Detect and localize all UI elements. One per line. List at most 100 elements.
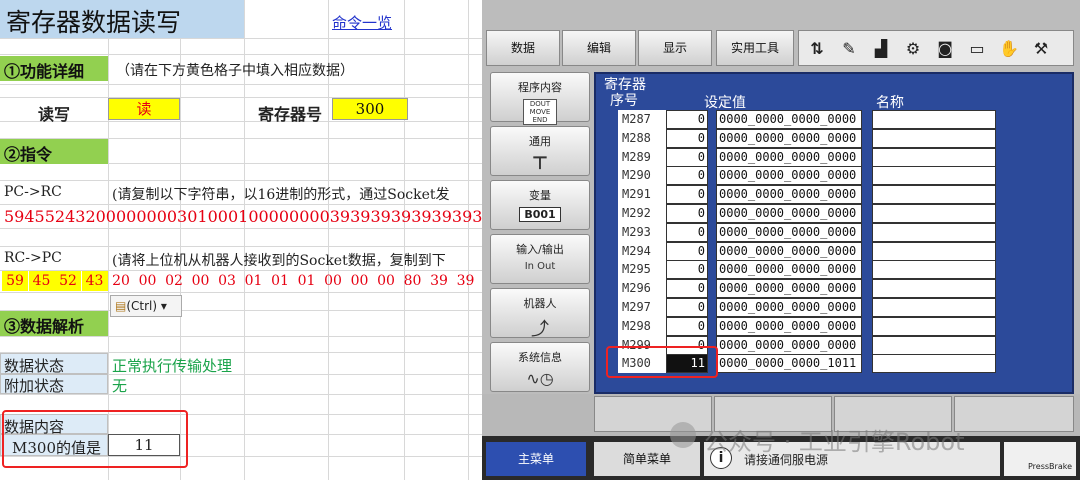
- register-bits: 0000_0000_0000_0000: [716, 166, 862, 186]
- hand-icon[interactable]: ✋: [997, 37, 1021, 61]
- register-row[interactable]: M294 0 0000_0000_0000_0000: [596, 241, 1076, 261]
- sort-icon[interactable]: ⇅: [805, 37, 829, 61]
- register-bits: 0000_0000_0000_0000: [716, 185, 862, 205]
- menu-data[interactable]: 数据: [486, 30, 560, 66]
- menu-utility[interactable]: 实用工具: [716, 30, 794, 66]
- register-name[interactable]: [872, 166, 996, 186]
- register-row[interactable]: M298 0 0000_0000_0000_0000: [596, 316, 1076, 336]
- side-variable[interactable]: 变量 B001: [490, 180, 590, 230]
- register-name[interactable]: [872, 241, 996, 261]
- register-bits: 0000_0000_0000_0000: [716, 110, 862, 129]
- edit-icon[interactable]: ✎: [837, 37, 861, 61]
- pc-rc-label: PC->RC: [4, 184, 62, 200]
- hex-cell[interactable]: 52: [55, 271, 81, 291]
- register-row[interactable]: M290 0 0000_0000_0000_0000: [596, 166, 1076, 186]
- register-id: M291: [618, 185, 668, 205]
- rc-pc-hint: (请将上位机从机器人接收到的Socket数据，复制到下: [112, 253, 446, 269]
- data-status-value: 正常执行传输处理: [112, 357, 233, 375]
- tools-icon[interactable]: ⚙: [901, 37, 925, 61]
- register-value[interactable]: 0: [666, 260, 708, 280]
- hex-cell[interactable]: 39: [453, 271, 479, 291]
- register-name[interactable]: [872, 128, 996, 148]
- register-bits: 0000_0000_0000_0000: [716, 279, 862, 299]
- register-row[interactable]: M297 0 0000_0000_0000_0000: [596, 298, 1076, 317]
- register-row[interactable]: M295 0 0000_0000_0000_0000: [596, 260, 1076, 280]
- hex-cell[interactable]: 03: [214, 271, 240, 291]
- hex-cell[interactable]: 80: [400, 271, 426, 291]
- hex-cell[interactable]: 20: [108, 271, 134, 291]
- register-value[interactable]: 0: [666, 222, 708, 242]
- side-general-label: 通用: [529, 135, 551, 148]
- register-row[interactable]: M293 0 0000_0000_0000_0000: [596, 222, 1076, 242]
- hex-cell[interactable]: 02: [161, 271, 187, 291]
- register-bits: 0000_0000_0000_0000: [716, 298, 862, 317]
- register-value[interactable]: 0: [666, 298, 708, 317]
- hex-cell[interactable]: 01: [294, 271, 320, 291]
- hex-cell[interactable]: 01: [241, 271, 267, 291]
- menu-edit[interactable]: 编辑: [562, 30, 636, 66]
- register-name[interactable]: [872, 279, 996, 299]
- register-value[interactable]: 0: [666, 166, 708, 186]
- pc-rc-hex[interactable]: 5945524320000000030100010000000039393939…: [4, 207, 482, 226]
- side-general[interactable]: 通用 ⊤: [490, 126, 590, 176]
- register-row[interactable]: M296 0 0000_0000_0000_0000: [596, 279, 1076, 299]
- command-list-link[interactable]: 命令一览: [332, 12, 392, 33]
- register-name[interactable]: [872, 222, 996, 242]
- register-row[interactable]: M288 0 0000_0000_0000_0000: [596, 128, 1076, 148]
- fkey-4[interactable]: [954, 396, 1074, 432]
- paste-label: (Ctrl): [126, 299, 158, 313]
- side-io[interactable]: 输入/输出 In Out: [490, 234, 590, 284]
- hex-cell[interactable]: 45: [28, 271, 55, 291]
- reg-no-value-cell[interactable]: 300: [332, 98, 408, 120]
- camera-icon[interactable]: ◙: [933, 37, 957, 61]
- register-row[interactable]: M292 0 0000_0000_0000_0000: [596, 204, 1076, 223]
- register-name[interactable]: [872, 335, 996, 355]
- register-value[interactable]: 0: [666, 185, 708, 205]
- register-name[interactable]: [872, 354, 996, 374]
- rw-value-cell[interactable]: 读: [108, 98, 180, 120]
- register-value[interactable]: 0: [666, 316, 708, 336]
- register-name[interactable]: [872, 204, 996, 223]
- register-bits: 0000_0000_0000_0000: [716, 222, 862, 242]
- hex-cell[interactable]: 01: [267, 271, 293, 291]
- chart-icon[interactable]: ▟: [869, 37, 893, 61]
- hex-cell[interactable]: 00: [188, 271, 214, 291]
- watermark-icon: [670, 422, 696, 448]
- register-name[interactable]: [872, 147, 996, 167]
- side-robot[interactable]: 机器人 ⤴: [490, 288, 590, 340]
- hex-cell[interactable]: 00: [347, 271, 373, 291]
- hex-cell[interactable]: 43: [81, 271, 108, 291]
- hex-cell[interactable]: 00: [135, 271, 161, 291]
- register-value[interactable]: 0: [666, 110, 708, 129]
- side-variable-label: 变量: [529, 189, 551, 202]
- register-row[interactable]: M291 0 0000_0000_0000_0000: [596, 185, 1076, 205]
- sheet-title: 寄存器数据读写: [6, 8, 182, 37]
- register-name[interactable]: [872, 316, 996, 336]
- register-value[interactable]: 0: [666, 279, 708, 299]
- side-system-info[interactable]: 系统信息 ∿◷: [490, 342, 590, 392]
- register-value[interactable]: 0: [666, 147, 708, 167]
- register-row[interactable]: M289 0 0000_0000_0000_0000: [596, 147, 1076, 167]
- register-name[interactable]: [872, 185, 996, 205]
- register-name[interactable]: [872, 110, 996, 129]
- hex-cell[interactable]: 39: [426, 271, 452, 291]
- paste-options-button[interactable]: ▤(Ctrl) ▾: [110, 295, 182, 317]
- fkey-1[interactable]: [594, 396, 712, 432]
- monitor-icon[interactable]: ▭: [965, 37, 989, 61]
- hex-cell[interactable]: 00: [373, 271, 399, 291]
- hex-cell[interactable]: 00: [320, 271, 346, 291]
- register-name[interactable]: [872, 260, 996, 280]
- register-value[interactable]: 0: [666, 241, 708, 261]
- header-setvalue: 设定值: [704, 95, 746, 111]
- side-program-content[interactable]: 程序内容 DOUT MOVE END: [490, 72, 590, 125]
- settings-icon[interactable]: ⚒: [1029, 37, 1053, 61]
- menu-display[interactable]: 显示: [638, 30, 712, 66]
- main-menu-button[interactable]: 主菜单: [486, 442, 586, 476]
- register-row[interactable]: M287 0 0000_0000_0000_0000: [596, 110, 1076, 129]
- register-id: M296: [618, 279, 668, 299]
- register-name[interactable]: [872, 298, 996, 317]
- register-value[interactable]: 0: [666, 204, 708, 223]
- register-value[interactable]: 0: [666, 128, 708, 148]
- hex-cell[interactable]: 59: [2, 271, 28, 291]
- header-name: 名称: [876, 95, 904, 111]
